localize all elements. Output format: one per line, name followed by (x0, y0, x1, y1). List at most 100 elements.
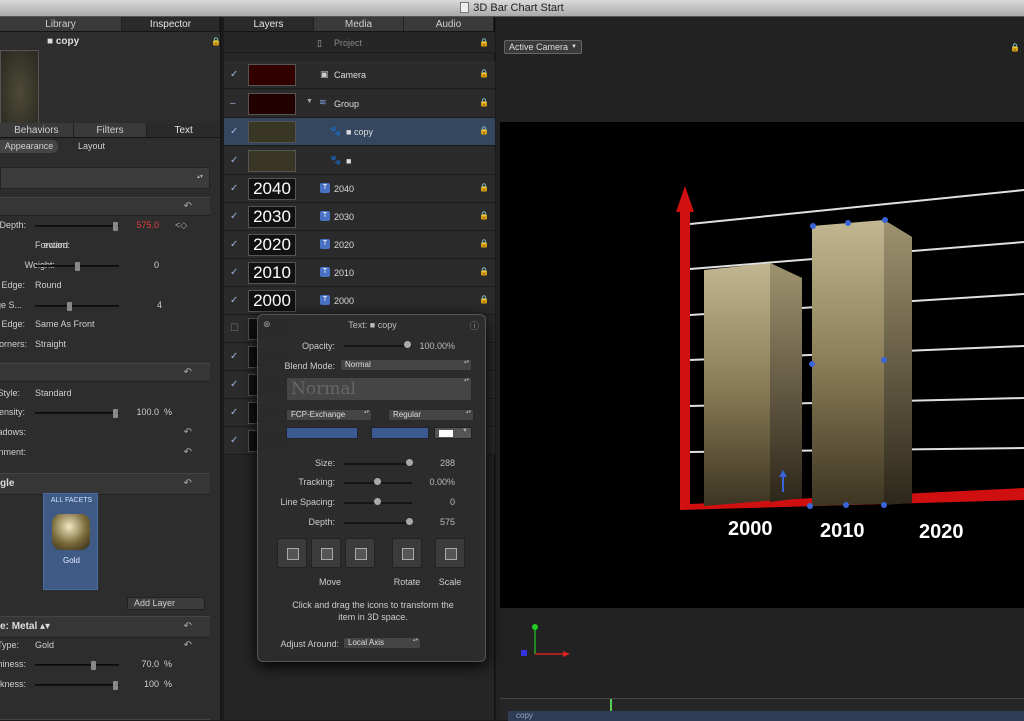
tab-behaviors[interactable]: Behaviors (0, 123, 74, 137)
lock-icon[interactable]: 🔒 (479, 211, 489, 220)
chevron-down-icon: ▼ (571, 44, 577, 50)
line-spacing-label: Line Spacing: (280, 497, 335, 507)
move-z-icon[interactable] (345, 538, 375, 568)
lock-icon[interactable]: 🔒 (211, 37, 220, 46)
edge-size-slider[interactable] (35, 302, 119, 311)
weight-slider[interactable] (35, 262, 119, 271)
blend-mode-popup[interactable]: Normal (340, 359, 472, 371)
facet-tile[interactable]: ALL FACETS Gold (43, 493, 98, 590)
material-type-row: Type:Gold↶ (0, 636, 210, 655)
visibility-checkbox[interactable]: ✓ (230, 352, 240, 362)
tab-layout[interactable]: Layout (78, 140, 105, 153)
lock-icon[interactable]: 🔒 (479, 295, 489, 304)
tab-library[interactable]: Library (0, 17, 122, 31)
tab-layers[interactable]: Layers (224, 17, 314, 31)
visibility-checkbox[interactable]: ✓ (230, 268, 240, 278)
layer-row-2000[interactable]: ✓ 2000 T 2000 🔒 (224, 287, 495, 315)
lock-icon[interactable]: 🔒 (1010, 43, 1020, 52)
visibility-checkbox[interactable]: ☐ (230, 324, 240, 334)
layer-row-group[interactable]: – ▼ ≋ Group 🔒 (224, 90, 495, 118)
layer-row-2030[interactable]: ✓ 2030 T 2030 🔒 (224, 203, 495, 231)
visibility-checkbox[interactable]: ✓ (230, 296, 240, 306)
visibility-checkbox[interactable]: ✓ (230, 184, 240, 194)
line-spacing-slider[interactable] (344, 498, 412, 505)
visibility-checkbox[interactable]: ✓ (230, 408, 240, 418)
opacity-slider[interactable] (344, 341, 412, 348)
preset-popup[interactable]: Normal (286, 377, 472, 401)
disclosure-triangle-icon[interactable]: ▼ (306, 98, 313, 105)
lock-icon[interactable]: 🔒 (479, 239, 489, 248)
keyframe-icon[interactable]: <◇ (175, 216, 187, 235)
roughness-slider[interactable] (35, 681, 119, 690)
layer-row-2040[interactable]: ✓ 2040 T 2040 🔒 (224, 175, 495, 203)
tab-media[interactable]: Media (314, 17, 404, 31)
lighting-style-popup[interactable]: Standard (35, 384, 72, 403)
info-icon[interactable]: ⓘ (470, 319, 479, 332)
lock-icon[interactable]: 🔒 (479, 126, 489, 135)
material-type-popup[interactable]: Gold (35, 636, 54, 655)
lock-icon[interactable]: 🔒 (479, 183, 489, 192)
font-popup[interactable]: FCP-Exchange (286, 409, 372, 421)
layer-row-shape[interactable]: ✓ 🐾 ■ (224, 147, 495, 175)
reset-icon[interactable]: ↶ (184, 636, 192, 655)
direction-popup[interactable]: Forward (35, 236, 68, 255)
mini-timeline[interactable]: copy (500, 698, 1024, 721)
visibility-checkbox[interactable]: – (230, 99, 240, 109)
visibility-checkbox[interactable]: ✓ (230, 240, 240, 250)
axis-gizmo (521, 624, 570, 657)
visibility-checkbox[interactable]: ✓ (230, 380, 240, 390)
rotate-icon[interactable] (392, 538, 422, 568)
layer-row-copy[interactable]: ✓ 🐾 ■ copy 🔒 (224, 118, 495, 146)
reset-icon[interactable]: ↶ (184, 621, 192, 632)
alignment-buttons[interactable] (286, 427, 358, 439)
tab-appearance[interactable]: Appearance (0, 140, 58, 153)
preset-popup[interactable]: ▴▾ (0, 167, 210, 189)
visibility-checkbox[interactable]: ✓ (230, 156, 240, 166)
lock-icon[interactable]: 🔒 (479, 69, 489, 78)
tab-inspector[interactable]: Inspector (122, 17, 220, 31)
camera-menu[interactable]: Active Camera ▼ (504, 40, 582, 54)
visibility-checkbox[interactable]: ✓ (230, 436, 240, 446)
lock-icon[interactable]: 🔒 (479, 267, 489, 276)
move-xy-icon[interactable] (277, 538, 307, 568)
depth-slider[interactable] (35, 222, 119, 231)
edge-popup[interactable]: Round (35, 276, 62, 295)
layer-row-camera[interactable]: ✓ ▣ Camera 🔒 (224, 61, 495, 89)
reset-icon[interactable]: ↶ (184, 201, 192, 212)
intensity-row: ensity: 100.0% (0, 407, 173, 418)
visibility-checkbox[interactable]: ✓ (230, 127, 240, 137)
visibility-checkbox[interactable]: ✓ (230, 70, 240, 80)
layer-row-project[interactable]: ▯ Project 🔒 (224, 33, 495, 53)
playhead[interactable] (610, 699, 612, 711)
reset-icon[interactable]: ↶ (184, 478, 192, 489)
intensity-slider[interactable] (35, 409, 119, 418)
layer-row-2020[interactable]: ✓ 2020 T 2020 🔒 (224, 231, 495, 259)
adjust-around-popup[interactable]: Local Axis (343, 637, 421, 649)
scale-icon[interactable] (435, 538, 465, 568)
vertical-alignment-buttons[interactable] (371, 427, 429, 439)
color-well[interactable]: ▼ (434, 427, 472, 439)
reset-icon[interactable]: ↶ (184, 423, 192, 442)
lock-icon[interactable]: 🔒 (479, 38, 489, 47)
size-value: 288 (439, 458, 455, 468)
reset-icon[interactable]: ↶ (184, 443, 192, 462)
lock-icon[interactable]: 🔒 (479, 98, 489, 107)
tab-filters[interactable]: Filters (74, 123, 148, 137)
tab-text[interactable]: Text (147, 123, 220, 137)
reset-icon[interactable]: ↶ (184, 367, 192, 378)
depth-slider[interactable] (344, 518, 413, 525)
corners-popup[interactable]: Straight (35, 335, 66, 354)
add-layer-popup[interactable]: Add Layer (127, 597, 205, 610)
tab-audio[interactable]: Audio (404, 17, 494, 31)
shininess-slider[interactable] (35, 661, 119, 670)
move-xyz-icon[interactable] (311, 538, 341, 568)
font-style-popup[interactable]: Regular (388, 409, 474, 421)
opacity-value: 100.00% (419, 341, 455, 351)
tracking-slider[interactable] (344, 478, 412, 485)
layer-row-2010[interactable]: ✓ 2010 T 2010 🔒 (224, 259, 495, 287)
window-title: 3D Bar Chart Start (473, 2, 564, 14)
back-edge-popup[interactable]: Same As Front (35, 315, 95, 334)
canvas[interactable]: 2000 2010 2020 (500, 122, 1024, 608)
visibility-checkbox[interactable]: ✓ (230, 212, 240, 222)
size-slider[interactable] (344, 459, 413, 466)
